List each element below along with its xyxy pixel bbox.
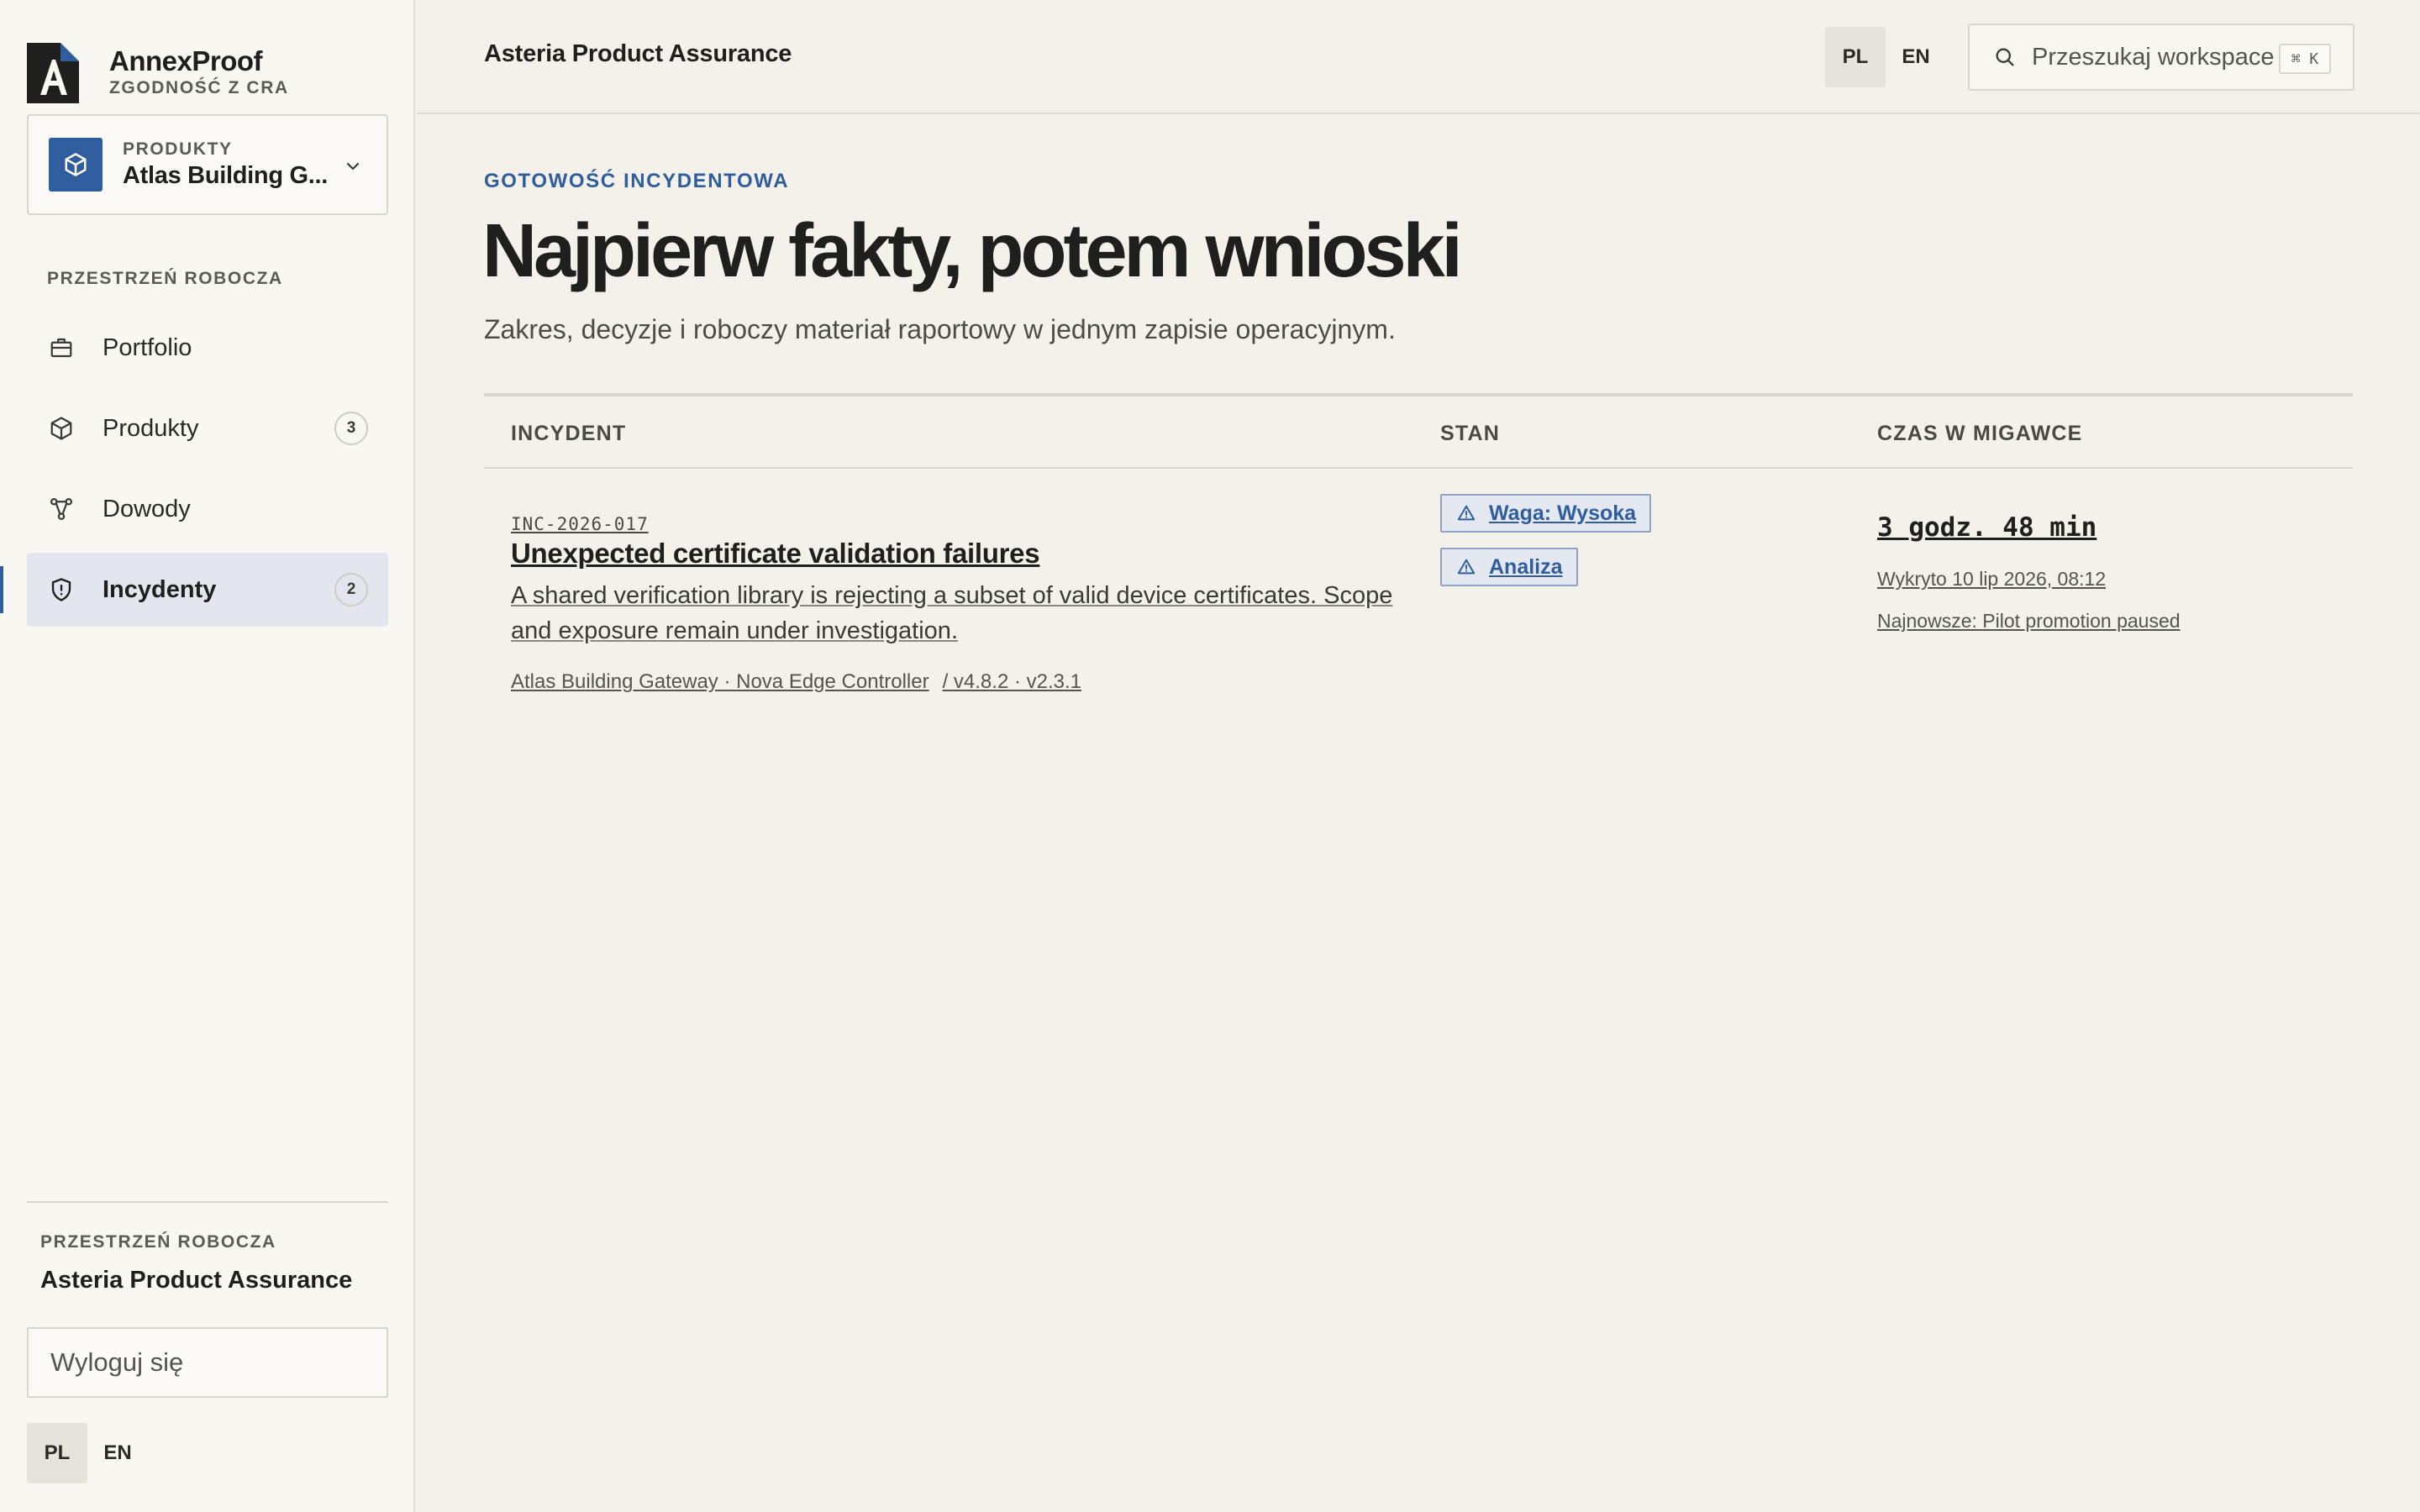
sidebar-item-dowody[interactable]: Dowody [27,472,388,546]
sidebar-item-label: Dowody [103,495,191,522]
product-selector-value: Atlas Building G... [123,162,329,189]
table-header: INCYDENT STAN CZAS W MIGAWCE [484,393,2353,469]
page-description: Zakres, decyzje i roboczy materiał rapor… [484,314,1396,344]
count-badge: 2 [334,573,368,606]
status-tag-label: Analiza [1489,554,1563,579]
search-icon [1996,48,2014,66]
language-switcher: PL EN [1825,27,1946,87]
chevron-down-icon [346,162,360,171]
lang-pl-button[interactable]: PL [27,1423,87,1483]
warning-triangle-icon [1457,559,1476,575]
column-header-status[interactable]: STAN [1440,422,1500,446]
incident-id-link[interactable]: INC-2026-017 [511,514,649,534]
logout-button[interactable]: Wyloguj się [27,1327,388,1398]
search-input[interactable]: Przeszukaj workspace ⌘ K [1968,24,2354,91]
sidebar-item-portfolio[interactable]: Portfolio [27,311,388,385]
section-eyebrow: GOTOWOŚĆ INCYDENTOWA [484,170,790,192]
annexproof-logo-icon [27,43,79,103]
cube-icon [49,138,103,192]
workspace-name: Asteria Product Assurance [40,1267,353,1294]
brand[interactable]: AnnexProof ZGODNOŚĆ Z CRA [27,42,289,104]
sidebar-item-label: Portfolio [103,333,192,361]
sidebar-item-produkty[interactable]: Produkty 3 [27,391,388,465]
sidebar-item-label: Incydenty [103,575,217,603]
sidebar-item-label: Produkty [103,414,199,442]
brand-subtitle: ZGODNOŚĆ Z CRA [109,78,289,97]
topbar: Asteria Product Assurance PL EN Przeszuk… [417,0,2420,114]
sidebar-section-label: PRZESTRZEŃ ROBOCZA [47,269,283,288]
page-title: Najpierw fakty, potem wnioski [482,209,1463,293]
lang-en-button[interactable]: EN [1886,27,1946,87]
briefcase-icon [47,333,76,362]
incidents-table: INCYDENT STAN CZAS W MIGAWCE INC-2026-01… [484,393,2353,721]
shield-alert-icon [47,575,76,604]
sidebar-nav: Portfolio Produkty 3 Dowody Incydenty 2 [0,311,388,633]
lang-en-button[interactable]: EN [87,1423,148,1483]
search-placeholder: Przeszukaj workspace [2032,43,2275,71]
column-header-incident[interactable]: INCYDENT [511,422,626,446]
affected-versions-link[interactable]: / v4.8.2 · v2.3.1 [943,670,1081,694]
brand-name: AnnexProof [109,45,263,76]
sidebar-item-incydenty[interactable]: Incydenty 2 [0,553,388,627]
table-row[interactable]: INC-2026-017 Unexpected certificate vali… [484,469,2353,721]
incident-title-link[interactable]: Unexpected certificate validation failur… [511,538,1040,570]
divider [27,1201,388,1203]
warning-triangle-icon [1457,505,1476,521]
detected-timestamp[interactable]: Wykryto 10 lip 2026, 08:12 [1877,568,2106,591]
elapsed-time[interactable]: 3 godz. 48 min [1877,512,2096,543]
workspace-label: PRZESTRZEŃ ROBOCZA [40,1232,276,1252]
workspace-title: Asteria Product Assurance [484,40,792,67]
latest-update[interactable]: Najnowsze: Pilot promotion paused [1877,610,2181,633]
severity-tag-label: Waga: Wysoka [1489,501,1637,525]
keyboard-shortcut-hint: ⌘ K [2279,44,2331,74]
severity-tag[interactable]: Waga: Wysoka [1440,494,1652,533]
product-selector-label: PRODUKTY [123,139,233,159]
product-selector[interactable]: PRODUKTY Atlas Building G... [27,114,388,215]
incident-scope: Atlas Building Gateway · Nova Edge Contr… [511,670,1081,694]
status-tag[interactable]: Analiza [1440,548,1578,586]
language-switcher: PL EN [27,1423,148,1483]
affected-products-link[interactable]: Atlas Building Gateway · Nova Edge Contr… [511,670,929,694]
cube-icon [47,414,76,443]
count-badge: 3 [334,412,368,445]
lang-pl-button[interactable]: PL [1825,27,1886,87]
column-header-snapshot-time[interactable]: CZAS W MIGAWCE [1877,422,2083,446]
graph-nodes-icon [47,495,76,523]
incident-description[interactable]: A shared verification library is rejecti… [511,578,1402,648]
sidebar: AnnexProof ZGODNOŚĆ Z CRA PRODUKTY Atlas… [0,0,415,1512]
